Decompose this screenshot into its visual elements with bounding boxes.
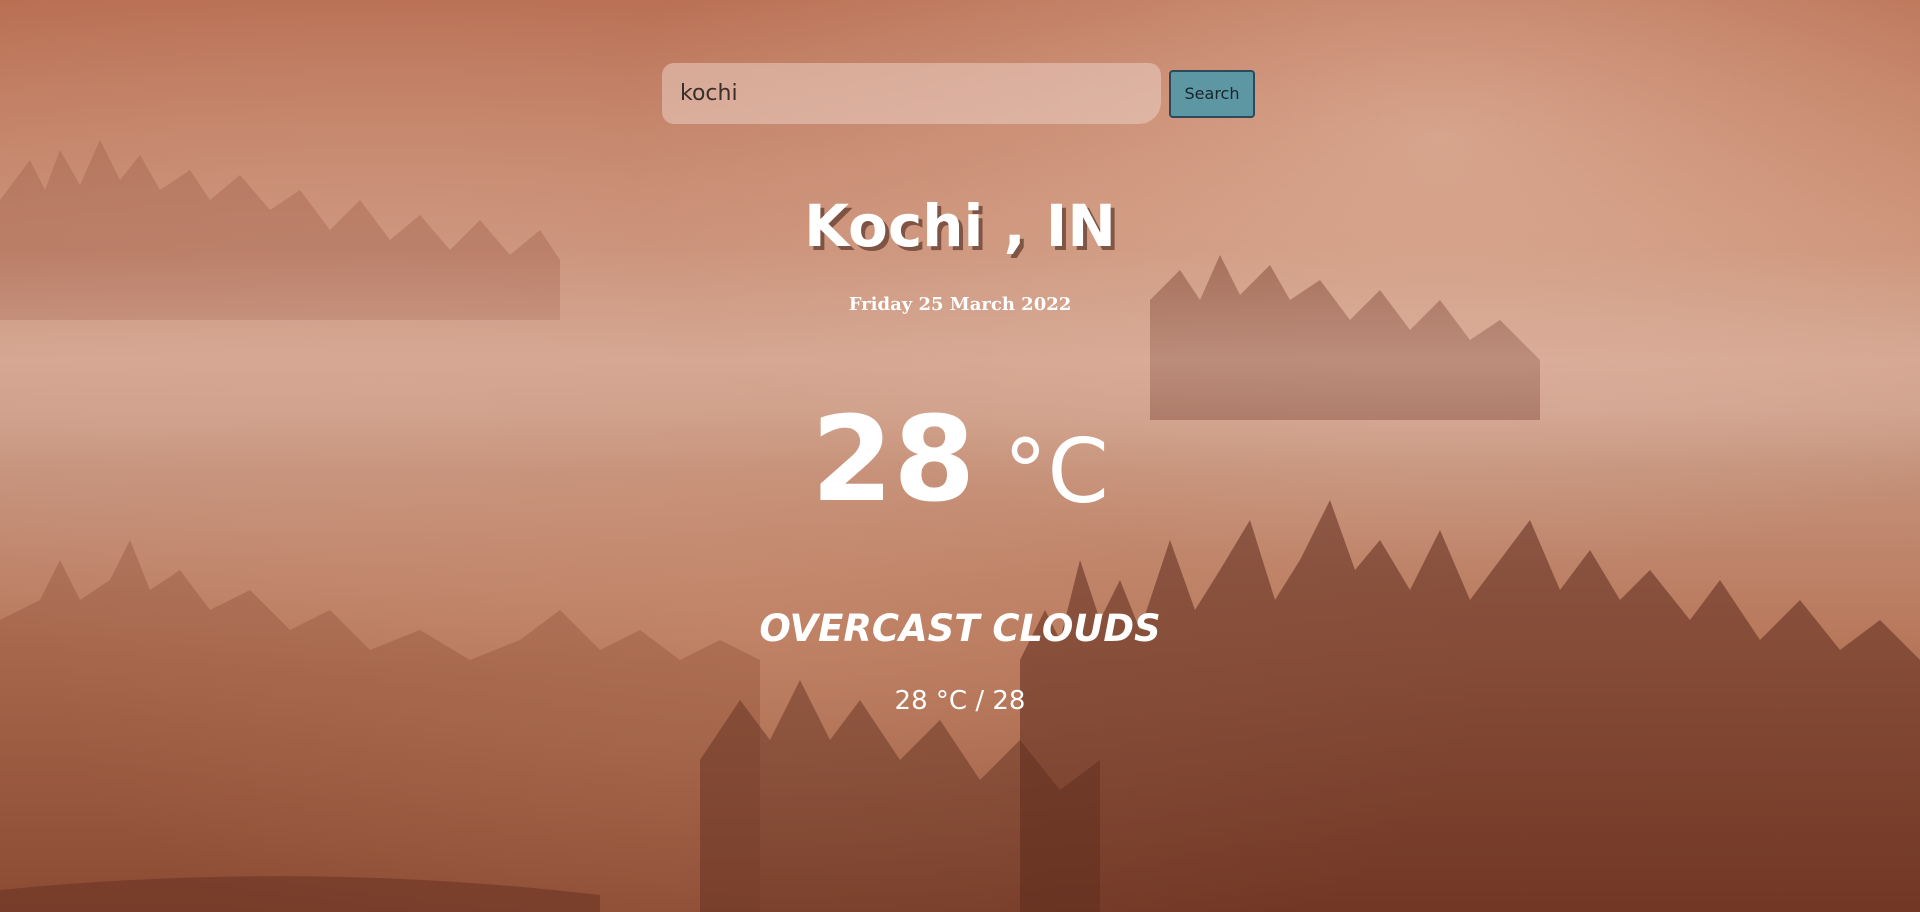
location-title: Kochi , IN: [804, 192, 1116, 260]
temperature-display: 28 °C: [0, 400, 1920, 518]
temperature-range: 28 °C / 28: [894, 686, 1026, 716]
temperature-unit: °C: [1003, 420, 1109, 523]
current-date: Friday 25 March 2022: [848, 294, 1072, 315]
search-bar: Search: [662, 63, 1255, 124]
weather-condition: OVERCAST CLOUDS: [759, 607, 1161, 650]
search-input[interactable]: [662, 63, 1161, 124]
search-button[interactable]: Search: [1169, 69, 1255, 118]
temperature-value: 28: [811, 390, 976, 528]
weather-app: Search Kochi , IN Friday 25 March 2022 2…: [0, 0, 1920, 912]
